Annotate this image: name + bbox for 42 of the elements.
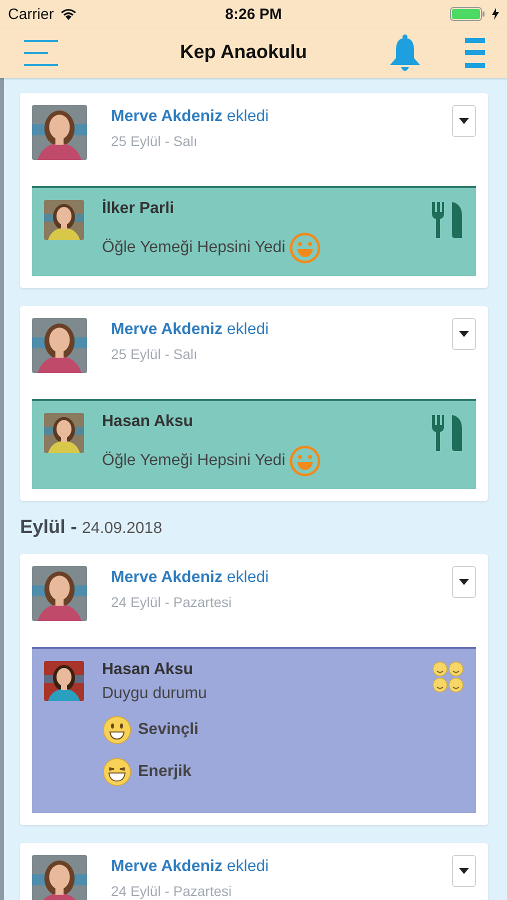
post-date: 24 Eylül - Pazartesi	[111, 883, 233, 899]
carrier-text: Carrier	[8, 6, 54, 22]
list-icon	[465, 38, 485, 68]
menu-icon	[24, 40, 58, 66]
activity-text: Duygu durumu	[102, 685, 208, 703]
mood-label: Enerjik	[138, 763, 192, 781]
section-date: 24.09.2018	[82, 520, 162, 538]
section-month: Eylül -	[20, 517, 78, 539]
activity-text: Öğle Yemeği Hepsini Yedi	[102, 452, 286, 470]
author-line: Merve Akdeniz ekledi	[111, 321, 270, 339]
author-line: Merve Akdeniz ekledi	[111, 569, 270, 587]
author-line: Merve Akdeniz ekledi	[111, 858, 270, 876]
child-name: Hasan Aksu	[102, 661, 194, 679]
smiley-icon	[289, 232, 322, 264]
child-name: İlker Parli	[102, 200, 176, 218]
caret-icon	[459, 331, 469, 337]
nav-title: Kep Anaokulu	[178, 42, 308, 64]
cutlery-icon	[430, 200, 464, 240]
dropdown-button[interactable]	[452, 105, 476, 137]
emoji-icon	[102, 715, 132, 745]
post-date: 24 Eylül - Pazartesi	[111, 594, 233, 610]
emoji-icon	[102, 757, 132, 787]
dropdown-button[interactable]	[452, 855, 476, 887]
dropdown-button[interactable]	[452, 318, 476, 350]
author-line: Merve Akdeniz ekledi	[111, 108, 270, 126]
charging-icon	[492, 8, 500, 20]
activity-text: Öğle Yemeği Hepsini Yedi	[102, 239, 286, 257]
battery-icon	[450, 7, 486, 21]
smiley-icon	[289, 445, 322, 477]
caret-icon	[459, 118, 469, 124]
post-date: 25 Eylül - Salı	[111, 133, 198, 149]
caret-icon	[459, 579, 469, 585]
dropdown-button[interactable]	[452, 566, 476, 598]
status-time: 8:26 PM	[225, 6, 282, 22]
wifi-icon	[60, 8, 77, 20]
child-name: Hasan Aksu	[102, 413, 194, 431]
mood-label: Sevinçli	[138, 721, 198, 739]
bell-icon	[389, 34, 421, 72]
emoji-group-icon	[432, 661, 464, 693]
caret-icon	[459, 868, 469, 874]
cutlery-icon	[430, 413, 464, 453]
post-date: 25 Eylül - Salı	[111, 346, 198, 362]
